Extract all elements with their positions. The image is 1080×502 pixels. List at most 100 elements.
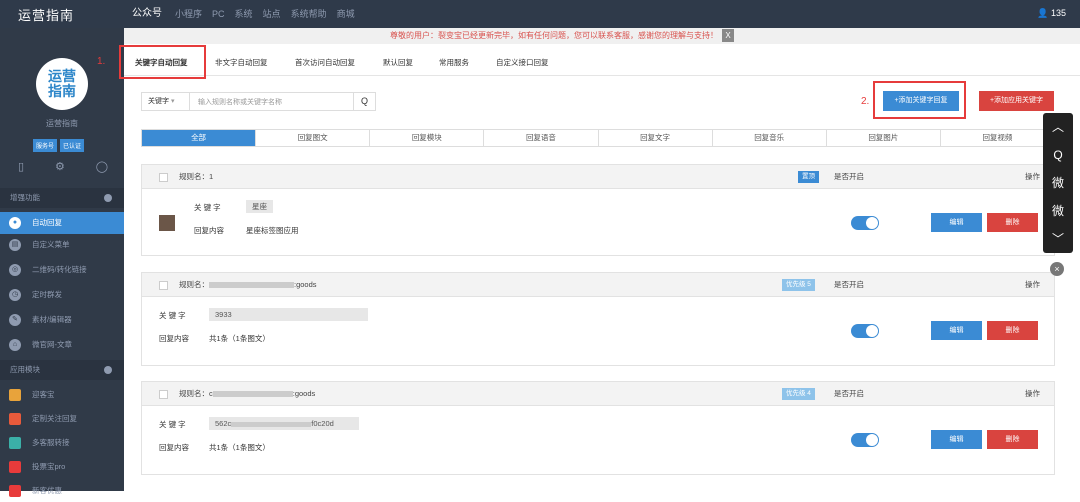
sidebar-item-label: 自定义菜单	[32, 240, 70, 249]
sidebar-item-follow-reply[interactable]: 定制关注回复	[0, 408, 124, 430]
tab-common-service[interactable]: 常用服务	[439, 57, 469, 68]
sidebar-item-label: 微官网-文章	[32, 340, 72, 349]
rule-name: 规则名：c:goods	[179, 382, 315, 406]
filter-music[interactable]: 回复音乐	[713, 130, 827, 146]
clock-icon: ◷	[9, 289, 21, 301]
nav-pc[interactable]: PC	[207, 0, 230, 28]
filter-voice[interactable]: 回复语音	[484, 130, 599, 146]
nav-gongzhonghao[interactable]: 公众号	[124, 0, 170, 28]
rule-checkbox[interactable]	[159, 390, 168, 399]
chevron-down-icon[interactable]: ﹀	[1043, 225, 1073, 253]
sidebar-item-label: 自动回复	[32, 218, 62, 227]
delete-button[interactable]: 删除	[987, 213, 1038, 232]
sidebar-item-microsite[interactable]: ⌂ 微官网-文章	[0, 334, 124, 356]
filter-video[interactable]: 回复视频	[941, 130, 1054, 146]
filter-image[interactable]: 回复图片	[827, 130, 941, 146]
annotation-box-1	[119, 45, 206, 79]
close-icon[interactable]: ×	[1050, 262, 1064, 276]
keyword-label: 关 键 字	[159, 420, 186, 429]
nav-system[interactable]: 系统	[230, 0, 258, 28]
filter-module[interactable]: 回复模块	[370, 130, 485, 146]
edit-button[interactable]: 编辑	[931, 321, 982, 340]
top-nav: 公众号 小程序 PC 系统 站点 系统帮助 商城	[124, 0, 360, 28]
nav-site[interactable]: 站点	[258, 0, 286, 28]
content-label: 回复内容	[194, 226, 224, 235]
section-enhanced-label: 增强功能	[10, 193, 40, 202]
sidebar-item-vote[interactable]: 投票宝pro	[0, 456, 124, 478]
edit-icon: ✎	[9, 314, 21, 326]
avatar: 运营 指南	[36, 58, 88, 110]
blurred-text	[209, 282, 294, 289]
action-label: 操作	[1025, 389, 1040, 398]
rule-name-prefix: 规则名：c	[179, 389, 213, 398]
wechat-icon[interactable]: 微	[1043, 169, 1073, 197]
nav-miniprogram[interactable]: 小程序	[170, 0, 207, 28]
filter-text[interactable]: 回复文字	[599, 130, 713, 146]
rule-checkbox[interactable]	[159, 281, 168, 290]
filter-news[interactable]: 回复图文	[256, 130, 371, 146]
sidebar-item-custom-menu[interactable]: ▤ 自定义菜单	[0, 234, 124, 256]
enable-label: 是否开启	[834, 172, 864, 181]
rule-name: 规则名：:goods	[179, 273, 317, 297]
nav-mall[interactable]: 商城	[332, 0, 360, 28]
sidebar-item-material[interactable]: ✎ 素材/编辑器	[0, 309, 124, 331]
home-icon: ⌂	[9, 339, 21, 351]
enable-toggle[interactable]	[851, 216, 879, 230]
phone-icon[interactable]: ▯	[18, 160, 24, 173]
sidebar-item-label: 二维码/转化链接	[32, 265, 87, 274]
tab-non-text-reply[interactable]: 非文字自动回复	[215, 57, 268, 68]
search-button[interactable]: Q	[353, 93, 375, 110]
search-type-select[interactable]: 关键字 ▾	[142, 93, 190, 110]
sidebar-item-scheduled-send[interactable]: ◷ 定时群发	[0, 284, 124, 306]
priority-badge: 优先级 4	[782, 388, 815, 400]
reply-type-filter: 全部 回复图文 回复模块 回复语音 回复文字 回复音乐 回复图片 回复视频	[141, 129, 1055, 147]
action-label: 操作	[1025, 172, 1040, 181]
chevron-up-icon[interactable]: ︿	[1043, 113, 1073, 141]
badge-verified: 已认证	[60, 139, 85, 152]
edit-button[interactable]: 编辑	[931, 213, 982, 232]
qq-icon[interactable]: Q	[1043, 141, 1073, 169]
priority-badge: 优先级 5	[782, 279, 815, 291]
rule-card-header: 规则名：:goods 优先级 5 是否开启 操作	[142, 273, 1054, 297]
wechat-icon[interactable]: 微	[1043, 197, 1073, 225]
reply-thumbnail	[159, 215, 175, 231]
search-input[interactable]: 输入规则名称或关键字名称	[190, 97, 353, 107]
user-menu[interactable]: 👤 135	[1037, 8, 1066, 19]
notice-close-button[interactable]: X	[722, 29, 734, 42]
floating-toolbar: ︿ Q 微 微 ﹀	[1043, 113, 1073, 253]
user-icon: 👤	[1037, 8, 1049, 18]
delete-button[interactable]: 删除	[987, 430, 1038, 449]
section-apps[interactable]: 应用模块	[0, 360, 124, 380]
enable-toggle[interactable]	[851, 324, 879, 338]
annotation-mark-2: 2.	[861, 96, 870, 107]
keyword-label: 关 键 字	[159, 311, 186, 320]
filter-all[interactable]: 全部	[142, 130, 257, 146]
tab-first-visit-reply[interactable]: 首次访问自动回复	[295, 57, 355, 68]
enable-label: 是否开启	[834, 280, 864, 289]
sidebar-item-label: 投票宝pro	[32, 462, 66, 471]
app-logo[interactable]: 运营指南	[0, 5, 124, 24]
keyword-value: 3933	[209, 308, 368, 321]
user-name: 135	[1050, 8, 1066, 18]
enable-label: 是否开启	[834, 389, 864, 398]
tab-default-reply[interactable]: 默认回复	[383, 57, 413, 68]
rule-name-prefix: 规则名：	[179, 280, 209, 289]
nav-help[interactable]: 系统帮助	[286, 0, 332, 28]
enable-toggle[interactable]	[851, 433, 879, 447]
sidebar-item-qrcode[interactable]: ◎ 二维码/转化链接	[0, 259, 124, 281]
add-keyword-reply-button[interactable]: +添加关键字回复	[883, 91, 959, 111]
sidebar-item-label: 迎客宝	[32, 390, 55, 399]
sidebar: 运营 指南 运营指南 服务号 已认证 ▯ ⚙ ◯ 增强功能 ● 自动回复 ▤ 自定义菜…	[0, 28, 124, 497]
edit-button[interactable]: 编辑	[931, 430, 982, 449]
rule-checkbox[interactable]	[159, 173, 168, 182]
sidebar-item-auto-reply[interactable]: ● 自动回复	[0, 212, 124, 234]
delete-button[interactable]: 删除	[987, 321, 1038, 340]
circle-icon[interactable]: ◯	[96, 160, 108, 173]
section-enhanced[interactable]: 增强功能	[0, 188, 124, 208]
sidebar-item-yingkebao[interactable]: 迎客宝	[0, 384, 124, 406]
sidebar-item-new-customer[interactable]: 新客优惠	[0, 480, 124, 502]
sidebar-item-multi-service[interactable]: 多客服转接	[0, 432, 124, 454]
tab-custom-interface-reply[interactable]: 自定义接口回复	[496, 57, 549, 68]
gear-icon[interactable]: ⚙	[55, 160, 65, 173]
add-app-keyword-button[interactable]: +添加应用关键字	[979, 91, 1054, 111]
